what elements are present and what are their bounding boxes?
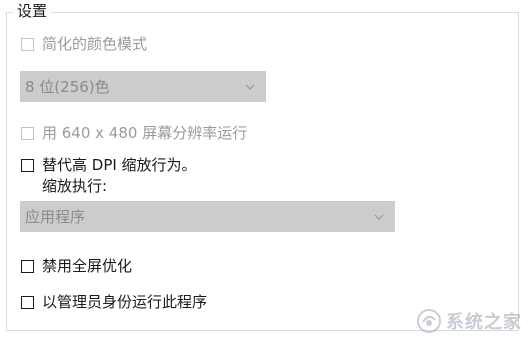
disable-fullscreen-checkbox[interactable] <box>21 259 34 273</box>
run-as-admin-checkbox[interactable] <box>21 295 34 309</box>
run-as-admin-label: 以管理员身份运行此程序 <box>42 293 208 311</box>
res-640-option[interactable]: 用 640 x 480 屏幕分辨率运行 <box>21 124 247 142</box>
system-logo-icon <box>417 309 441 333</box>
color-mode-value: 8 位(256)色 <box>25 78 110 96</box>
disable-fullscreen-label: 禁用全屏优化 <box>42 257 133 275</box>
dpi-scaling-value: 应用程序 <box>25 208 86 226</box>
reduced-color-option[interactable]: 简化的颜色模式 <box>21 35 147 53</box>
dpi-override-checkbox[interactable] <box>21 158 34 172</box>
disable-fullscreen-option[interactable]: 禁用全屏优化 <box>21 257 132 275</box>
dpi-scaling-sublabel: 缩放执行: <box>42 177 108 195</box>
dpi-scaling-select[interactable]: 应用程序 <box>20 201 395 232</box>
res-640-checkbox[interactable] <box>21 126 34 140</box>
res-640-label: 用 640 x 480 屏幕分辨率运行 <box>42 124 248 142</box>
watermark: 系统之家 <box>416 308 522 334</box>
dpi-override-label: 替代高 DPI 缩放行为。 <box>42 156 197 174</box>
chevron-down-icon <box>245 84 255 90</box>
watermark-text: 系统之家 <box>446 312 522 333</box>
run-as-admin-option[interactable]: 以管理员身份运行此程序 <box>21 293 207 311</box>
color-mode-select[interactable]: 8 位(256)色 <box>20 71 266 102</box>
dpi-override-option[interactable]: 替代高 DPI 缩放行为。 <box>21 156 197 174</box>
reduced-color-checkbox[interactable] <box>21 37 34 51</box>
reduced-color-label: 简化的颜色模式 <box>42 35 148 53</box>
group-title: 设置 <box>13 2 52 20</box>
chevron-down-icon <box>374 214 384 220</box>
